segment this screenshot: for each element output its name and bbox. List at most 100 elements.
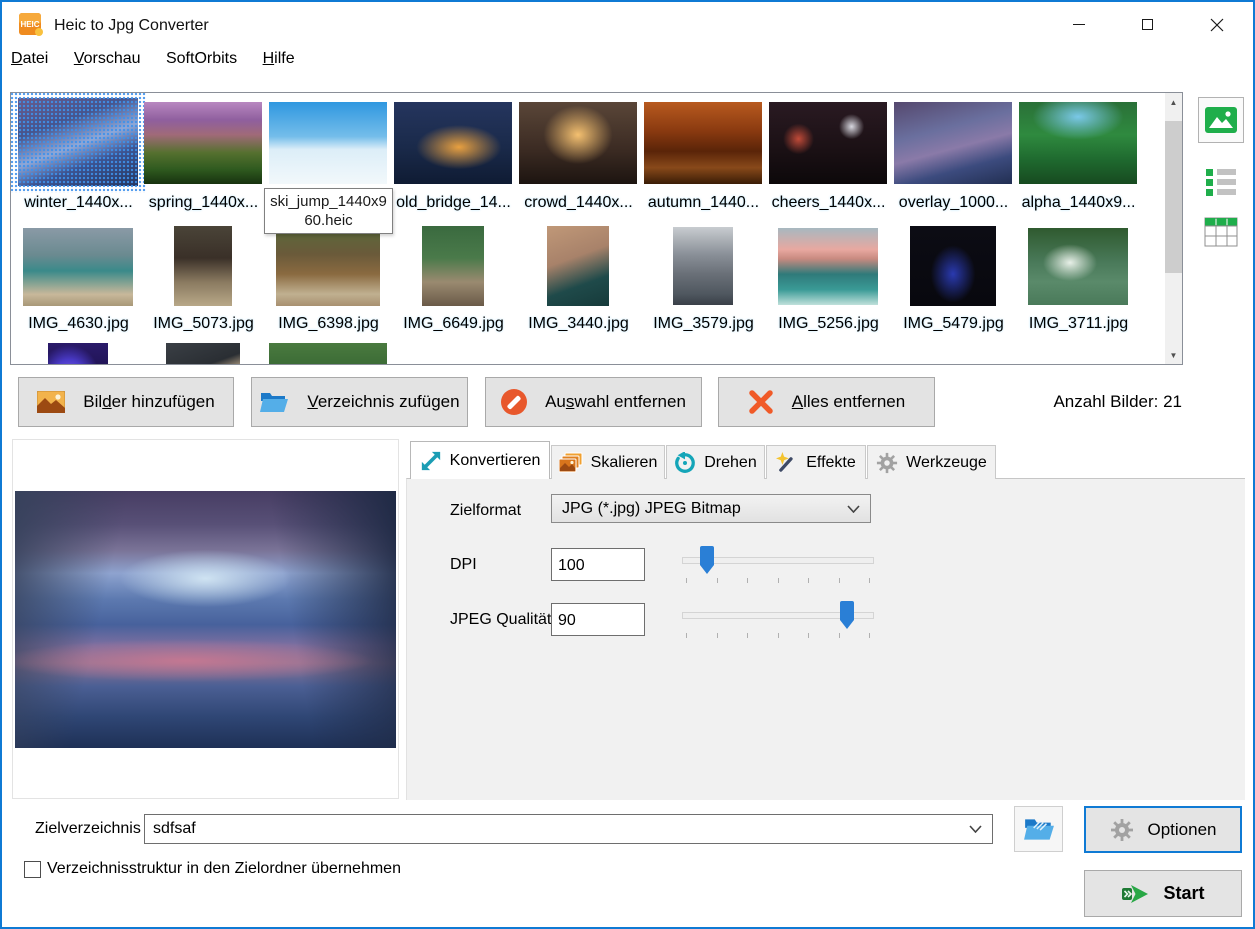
thumbnail-cheers[interactable] bbox=[769, 102, 887, 184]
filename-tooltip: ski_jump_1440x960.heic bbox=[264, 188, 393, 234]
options-label: Optionen bbox=[1148, 820, 1217, 840]
start-arrow-icon bbox=[1121, 882, 1149, 906]
tab-effekte[interactable]: Effekte bbox=[766, 445, 866, 479]
remove-selection-label: Auswahl entfernen bbox=[545, 392, 686, 412]
format-label: Zielformat bbox=[450, 502, 521, 520]
dpi-slider-thumb[interactable] bbox=[700, 546, 714, 574]
preview-image bbox=[15, 491, 396, 748]
selection-overlay bbox=[10, 92, 146, 193]
scrollbar[interactable]: ▲ ▼ bbox=[1165, 93, 1182, 364]
target-dir-input[interactable] bbox=[145, 815, 959, 843]
tab-skalieren[interactable]: Skalieren bbox=[551, 445, 665, 479]
tab-drehen[interactable]: Drehen bbox=[666, 445, 765, 479]
dpi-slider-ticks bbox=[686, 578, 870, 583]
details-view-button[interactable] bbox=[1204, 217, 1238, 247]
chevron-down-icon[interactable] bbox=[959, 825, 992, 833]
thumbnail-label: IMG_3579.jpg bbox=[641, 315, 766, 336]
start-label: Start bbox=[1163, 883, 1204, 904]
thumbnail-label: IMG_5479.jpg bbox=[891, 315, 1016, 336]
keep-structure-checkbox[interactable] bbox=[24, 861, 41, 878]
maximize-button[interactable] bbox=[1122, 4, 1172, 45]
thumbnail-label: crowd_1440x... bbox=[516, 194, 641, 215]
dpi-label: DPI bbox=[450, 556, 477, 574]
menu-datei[interactable]: Datei bbox=[2, 47, 57, 71]
quality-input[interactable] bbox=[551, 603, 645, 636]
window-title: Heic to Jpg Converter bbox=[54, 2, 209, 47]
start-button[interactable]: Start bbox=[1084, 870, 1242, 917]
quality-slider-ticks bbox=[686, 633, 870, 638]
app-window: HEIC Heic to Jpg Converter Datei Vorscha… bbox=[0, 0, 1255, 929]
dpi-input[interactable] bbox=[551, 548, 645, 581]
image-list-panel: winter_1440x... spring_1440x... old_brid… bbox=[10, 92, 1183, 365]
thumbnail-img-6649[interactable] bbox=[422, 226, 484, 306]
quality-slider[interactable] bbox=[682, 597, 874, 641]
options-gear-icon bbox=[1110, 818, 1134, 842]
remove-all-icon bbox=[748, 389, 774, 415]
format-select[interactable]: JPG (*.jpg) JPEG Bitmap bbox=[551, 494, 871, 523]
scroll-up-icon[interactable]: ▲ bbox=[1165, 93, 1182, 111]
thumbnail-label: IMG_5073.jpg bbox=[141, 315, 266, 336]
thumbnail-car[interactable] bbox=[166, 343, 240, 365]
close-button[interactable] bbox=[1192, 4, 1242, 45]
remove-all-button[interactable]: Alles entfernen bbox=[718, 377, 935, 427]
thumbnail-img-6398[interactable] bbox=[276, 226, 380, 306]
remove-selection-icon bbox=[501, 389, 527, 415]
remove-selection-button[interactable]: Auswahl entfernen bbox=[485, 377, 702, 427]
close-icon bbox=[1210, 18, 1224, 32]
menu-vorschau[interactable]: Vorschau bbox=[65, 47, 150, 71]
thumbnail-autumn[interactable] bbox=[644, 102, 762, 184]
thumbnail-view-button[interactable] bbox=[1198, 97, 1244, 143]
thumbnail-garden[interactable] bbox=[269, 343, 387, 365]
tab-label: Werkzeuge bbox=[906, 454, 987, 472]
thumbnail-img-3440[interactable] bbox=[547, 226, 609, 306]
thumbnail-label: winter_1440x... bbox=[16, 194, 141, 215]
target-dir-combobox[interactable] bbox=[144, 814, 993, 844]
list-view-button[interactable] bbox=[1206, 169, 1236, 197]
menu-hilfe[interactable]: Hilfe bbox=[254, 47, 304, 71]
add-images-button[interactable]: Bilder hinzufügen bbox=[18, 377, 234, 427]
thumbnail-alpha[interactable] bbox=[1019, 102, 1137, 184]
thumbnail-img-4630[interactable] bbox=[23, 228, 133, 306]
thumbnail-label: IMG_5256.jpg bbox=[766, 315, 891, 336]
thumbnail-view-icon bbox=[1205, 107, 1237, 133]
scale-icon bbox=[559, 452, 583, 474]
add-images-label: Bilder hinzufügen bbox=[83, 392, 214, 412]
thumbnail-spring[interactable] bbox=[144, 102, 262, 184]
options-button[interactable]: Optionen bbox=[1084, 806, 1242, 853]
thumbnail-img-5479[interactable] bbox=[910, 226, 996, 306]
list-view-icon bbox=[1206, 189, 1236, 195]
thumbnail-crowd[interactable] bbox=[519, 102, 637, 184]
thumbnail-label: IMG_6398.jpg bbox=[266, 315, 391, 336]
thumbnail-img-5256[interactable] bbox=[778, 228, 878, 305]
menu-softorbits[interactable]: SoftOrbits bbox=[157, 47, 246, 71]
thumbnail-ski-jump[interactable] bbox=[269, 102, 387, 184]
thumbnail-label: IMG_3711.jpg bbox=[1016, 315, 1141, 336]
browse-folder-button[interactable] bbox=[1014, 806, 1063, 852]
thumbnail-label: cheers_1440x... bbox=[766, 194, 891, 215]
scrollbar-thumb[interactable] bbox=[1165, 121, 1182, 273]
app-icon: HEIC bbox=[18, 11, 44, 37]
quality-label: JPEG Qualität bbox=[450, 611, 551, 629]
target-dir-label: Zielverzeichnis bbox=[35, 820, 141, 838]
tab-werkzeuge[interactable]: Werkzeuge bbox=[867, 445, 996, 479]
thumbnail-winter[interactable] bbox=[18, 98, 138, 186]
tab-label: Konvertieren bbox=[450, 452, 541, 470]
quality-slider-thumb[interactable] bbox=[840, 601, 854, 629]
dpi-slider[interactable] bbox=[682, 542, 874, 586]
add-folder-button[interactable]: Verzeichnis zufügen bbox=[251, 377, 468, 427]
thumbnail-img-5073[interactable] bbox=[174, 226, 232, 306]
thumbnail-label: IMG_6649.jpg bbox=[391, 315, 516, 336]
thumbnail-label: IMG_4630.jpg bbox=[16, 315, 141, 336]
thumbnail-wheel[interactable] bbox=[48, 343, 108, 365]
chevron-down-icon bbox=[847, 505, 860, 513]
thumbnail-img-3711[interactable] bbox=[1028, 228, 1128, 305]
thumbnail-img-3579[interactable] bbox=[673, 227, 733, 305]
minimize-button[interactable] bbox=[1054, 4, 1104, 45]
list-view-icon bbox=[1206, 169, 1236, 175]
image-count-label: Anzahl Bilder: 21 bbox=[1012, 377, 1182, 427]
folder-icon bbox=[259, 390, 289, 414]
tab-konvertieren[interactable]: Konvertieren bbox=[410, 441, 550, 479]
thumbnail-overlay[interactable] bbox=[894, 102, 1012, 184]
scroll-down-icon[interactable]: ▼ bbox=[1165, 346, 1182, 364]
thumbnail-old-bridge[interactable] bbox=[394, 102, 512, 184]
